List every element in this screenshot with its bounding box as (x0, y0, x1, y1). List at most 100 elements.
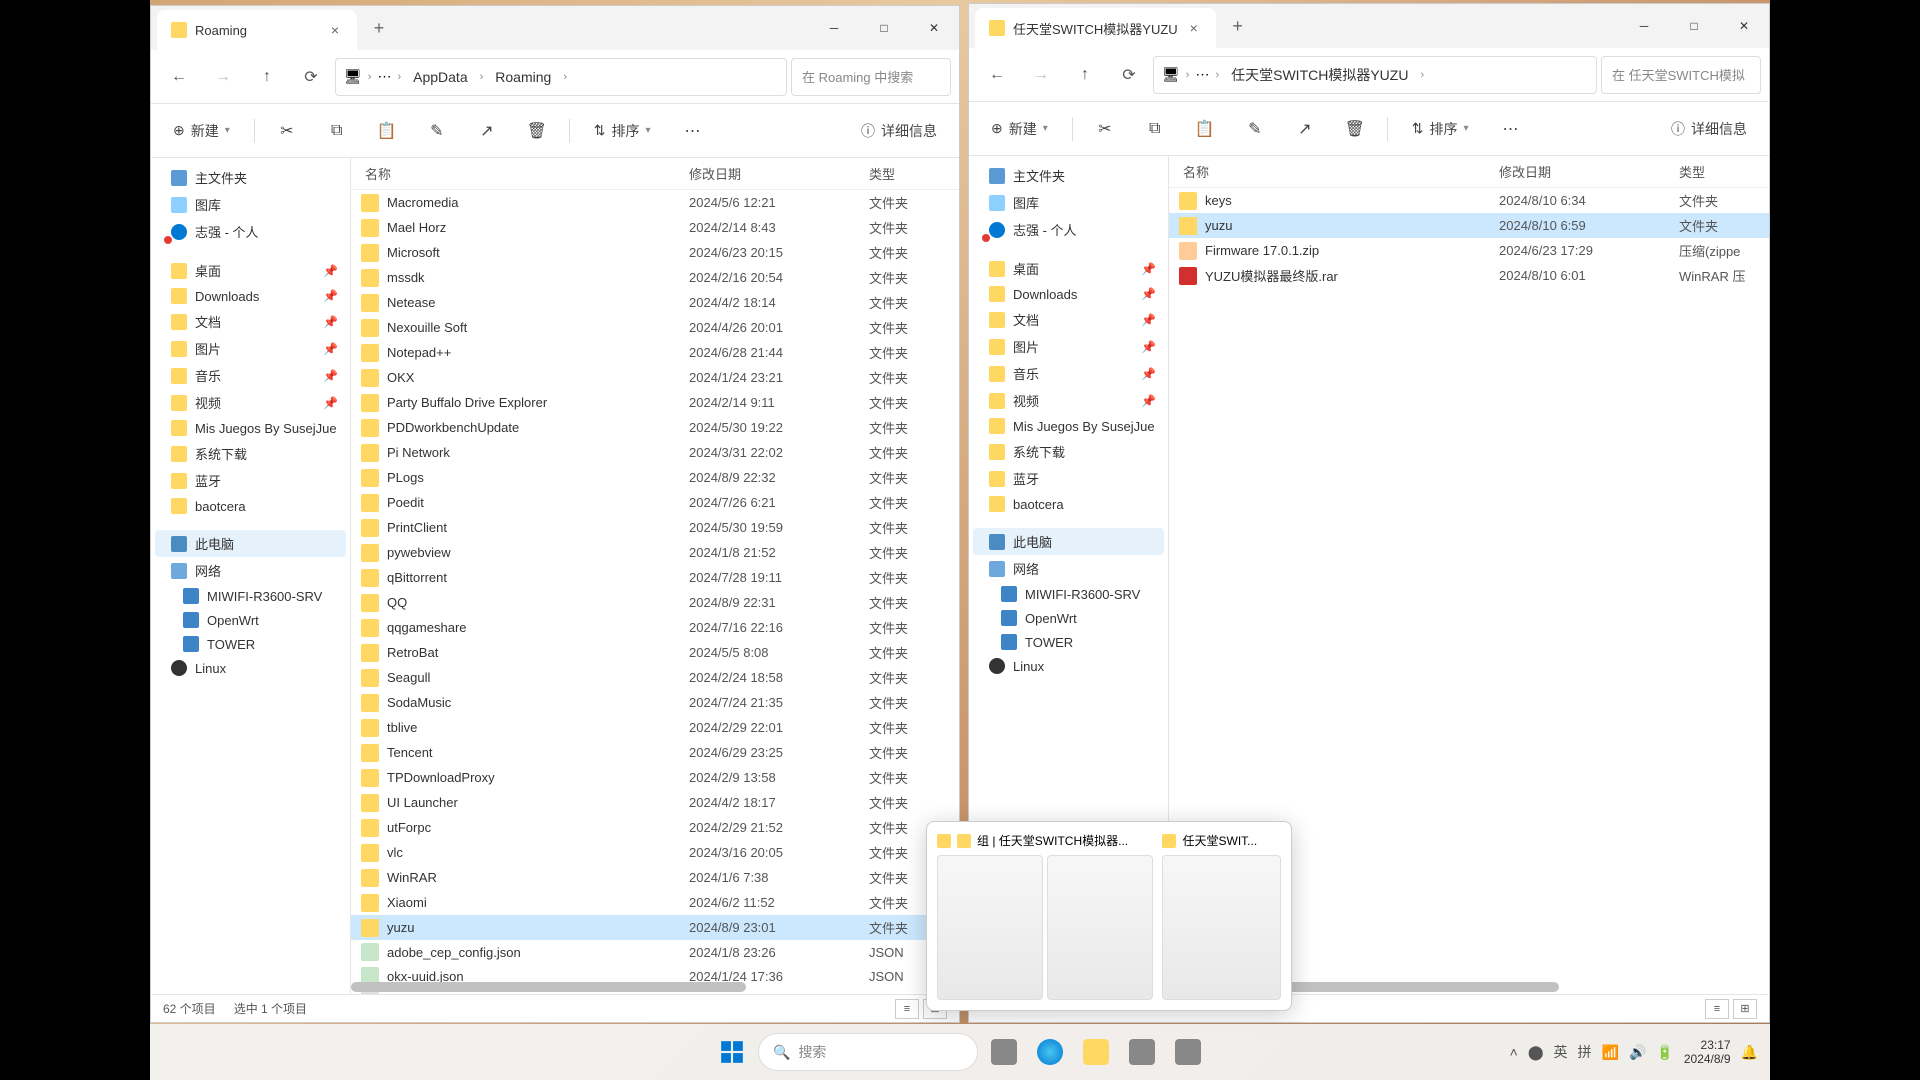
column-headers[interactable]: 名称 修改日期 类型 (1169, 156, 1769, 188)
file-row[interactable]: SodaMusic2024/7/24 21:35文件夹 (351, 690, 959, 715)
file-row[interactable]: WinRAR2024/1/6 7:38文件夹 (351, 865, 959, 890)
ime-indicator[interactable]: 拼 (1578, 1042, 1592, 1062)
taskbar[interactable]: 🔍搜索 ˄ ⬤ 英 拼 📶 🔊 🔋 23:17 2024/8/9 🔔 (150, 1024, 1770, 1080)
tab-close-button[interactable]: × (327, 22, 343, 38)
tray-icon[interactable]: ⬤ (1528, 1044, 1544, 1061)
view-details-button[interactable]: ≡ (1705, 999, 1729, 1019)
share-button[interactable]: ↗ (469, 113, 505, 149)
more-icon[interactable]: ⋯ (377, 68, 391, 85)
sidebar-item[interactable]: Linux (973, 654, 1164, 678)
sidebar-item[interactable]: MIWIFI-R3600-SRV (973, 582, 1164, 606)
paste-button[interactable]: 📋 (369, 113, 405, 149)
sidebar-item[interactable]: Mis Juegos By SusejJue (973, 414, 1164, 438)
file-row[interactable]: PDDworkbenchUpdate2024/5/30 19:22文件夹 (351, 415, 959, 440)
more-button[interactable]: ⋯ (675, 113, 711, 149)
refresh-button[interactable]: ⟳ (291, 57, 331, 97)
app-button[interactable] (1168, 1032, 1208, 1072)
file-row[interactable]: TPDownloadProxy2024/2/9 13:58文件夹 (351, 765, 959, 790)
battery-icon[interactable]: 🔋 (1656, 1044, 1673, 1061)
preview-group[interactable]: 任天堂SWIT... (1162, 832, 1281, 1000)
sidebar-item[interactable]: OpenWrt (973, 606, 1164, 630)
wifi-icon[interactable]: 📶 (1602, 1044, 1619, 1061)
file-row[interactable]: UI Launcher2024/4/2 18:17文件夹 (351, 790, 959, 815)
file-row[interactable]: Macromedia2024/5/6 12:21文件夹 (351, 190, 959, 215)
view-details-button[interactable]: ≡ (895, 999, 919, 1019)
app-button[interactable] (1122, 1032, 1162, 1072)
tab-close-button[interactable]: × (1186, 20, 1202, 36)
copy-button[interactable]: ⧉ (1137, 111, 1173, 147)
breadcrumb[interactable]: 🖥 › ⋯ › 任天堂SWITCH模拟器YUZU › (1153, 56, 1597, 94)
file-row[interactable]: yuzu2024/8/9 23:01文件夹 (351, 915, 959, 940)
file-row[interactable]: Seagull2024/2/24 18:58文件夹 (351, 665, 959, 690)
more-icon[interactable]: ⋯ (1195, 66, 1209, 83)
start-button[interactable] (712, 1032, 752, 1072)
sidebar-item[interactable]: TOWER (973, 630, 1164, 654)
sort-button[interactable]: ⇅排序▾ (584, 115, 661, 147)
sidebar-item[interactable]: Linux (155, 656, 346, 680)
sidebar-item[interactable]: 视频📌 (973, 387, 1164, 414)
column-date[interactable]: 修改日期 (689, 164, 869, 183)
new-tab-button[interactable]: + (361, 10, 397, 46)
file-row[interactable]: Notepad++2024/6/28 21:44文件夹 (351, 340, 959, 365)
column-type[interactable]: 类型 (1679, 162, 1769, 181)
clock[interactable]: 23:17 2024/8/9 (1684, 1038, 1731, 1067)
sidebar-item[interactable]: 图片📌 (155, 335, 346, 362)
sidebar-item[interactable]: 桌面📌 (155, 257, 346, 284)
new-button[interactable]: ⊕新建▾ (163, 115, 240, 147)
file-list[interactable]: Macromedia2024/5/6 12:21文件夹Mael Horz2024… (351, 190, 959, 994)
share-button[interactable]: ↗ (1287, 111, 1323, 147)
taskbar-preview[interactable]: 组 | 任天堂SWITCH模拟器... 任天堂SWIT... (926, 821, 1292, 1011)
file-row[interactable]: keys2024/8/10 6:34文件夹 (1169, 188, 1769, 213)
column-type[interactable]: 类型 (869, 164, 959, 183)
breadcrumb-item[interactable]: 任天堂SWITCH模拟器YUZU (1225, 61, 1414, 89)
file-row[interactable]: Poedit2024/7/26 6:21文件夹 (351, 490, 959, 515)
file-row[interactable]: Nexouille Soft2024/4/26 20:01文件夹 (351, 315, 959, 340)
sidebar-item[interactable]: 图片📌 (973, 333, 1164, 360)
sidebar-item[interactable]: 主文件夹 (973, 162, 1164, 189)
file-row[interactable]: Netease2024/4/2 18:14文件夹 (351, 290, 959, 315)
tray-chevron-icon[interactable]: ˄ (1510, 1044, 1518, 1060)
column-name[interactable]: 名称 (351, 164, 689, 183)
file-row[interactable]: adobe_cep_config.json2024/1/8 23:26JSON (351, 940, 959, 964)
taskbar-search[interactable]: 🔍搜索 (758, 1033, 978, 1071)
close-button[interactable]: ✕ (1719, 4, 1769, 48)
new-tab-button[interactable]: + (1220, 8, 1256, 44)
sidebar-item[interactable]: 图库 (155, 191, 346, 218)
preview-thumbnail[interactable] (937, 855, 1043, 1000)
tab-yuzu[interactable]: 任天堂SWITCH模拟器YUZU × (975, 8, 1216, 48)
file-row[interactable]: qqgameshare2024/7/16 22:16文件夹 (351, 615, 959, 640)
sidebar[interactable]: 主文件夹图库志强 - 个人桌面📌Downloads📌文档📌图片📌音乐📌视频📌Mi… (151, 158, 351, 994)
sidebar-item[interactable]: 系统下载 (973, 438, 1164, 465)
close-button[interactable]: ✕ (909, 6, 959, 50)
paste-button[interactable]: 📋 (1187, 111, 1223, 147)
file-row[interactable]: Tencent2024/6/29 23:25文件夹 (351, 740, 959, 765)
file-row[interactable]: Firmware 17.0.1.zip2024/6/23 17:29压缩(zip… (1169, 238, 1769, 263)
ime-indicator[interactable]: 英 (1554, 1042, 1568, 1062)
view-icons-button[interactable]: ⊞ (1733, 999, 1757, 1019)
sidebar-item[interactable]: 网络 (973, 555, 1164, 582)
scrollbar-horizontal[interactable] (351, 982, 959, 994)
file-row[interactable]: QQ2024/8/9 22:31文件夹 (351, 590, 959, 615)
file-row[interactable]: pywebview2024/1/8 21:52文件夹 (351, 540, 959, 565)
more-button[interactable]: ⋯ (1493, 111, 1529, 147)
sidebar-item[interactable]: 音乐📌 (973, 360, 1164, 387)
sidebar-item[interactable]: 志强 - 个人 (155, 218, 346, 245)
sidebar-item[interactable]: Downloads📌 (155, 284, 346, 308)
sidebar-item[interactable]: 桌面📌 (973, 255, 1164, 282)
minimize-button[interactable]: ─ (1619, 4, 1669, 48)
volume-icon[interactable]: 🔊 (1629, 1044, 1646, 1061)
maximize-button[interactable]: □ (1669, 4, 1719, 48)
file-row[interactable]: Mael Horz2024/2/14 8:43文件夹 (351, 215, 959, 240)
forward-button[interactable]: → (203, 57, 243, 97)
rename-button[interactable]: ✎ (1237, 111, 1273, 147)
sidebar-item[interactable]: 视频📌 (155, 389, 346, 416)
sidebar-item[interactable]: 系统下载 (155, 440, 346, 467)
sidebar-item[interactable]: 主文件夹 (155, 164, 346, 191)
new-button[interactable]: ⊕新建▾ (981, 113, 1058, 145)
preview-group[interactable]: 组 | 任天堂SWITCH模拟器... (937, 832, 1152, 1000)
forward-button[interactable]: → (1021, 55, 1061, 95)
notifications-icon[interactable]: 🔔 (1741, 1044, 1758, 1061)
sidebar-item[interactable]: 文档📌 (155, 308, 346, 335)
sort-button[interactable]: ⇅排序▾ (1402, 113, 1479, 145)
sidebar-item[interactable]: 此电脑 (155, 530, 346, 557)
